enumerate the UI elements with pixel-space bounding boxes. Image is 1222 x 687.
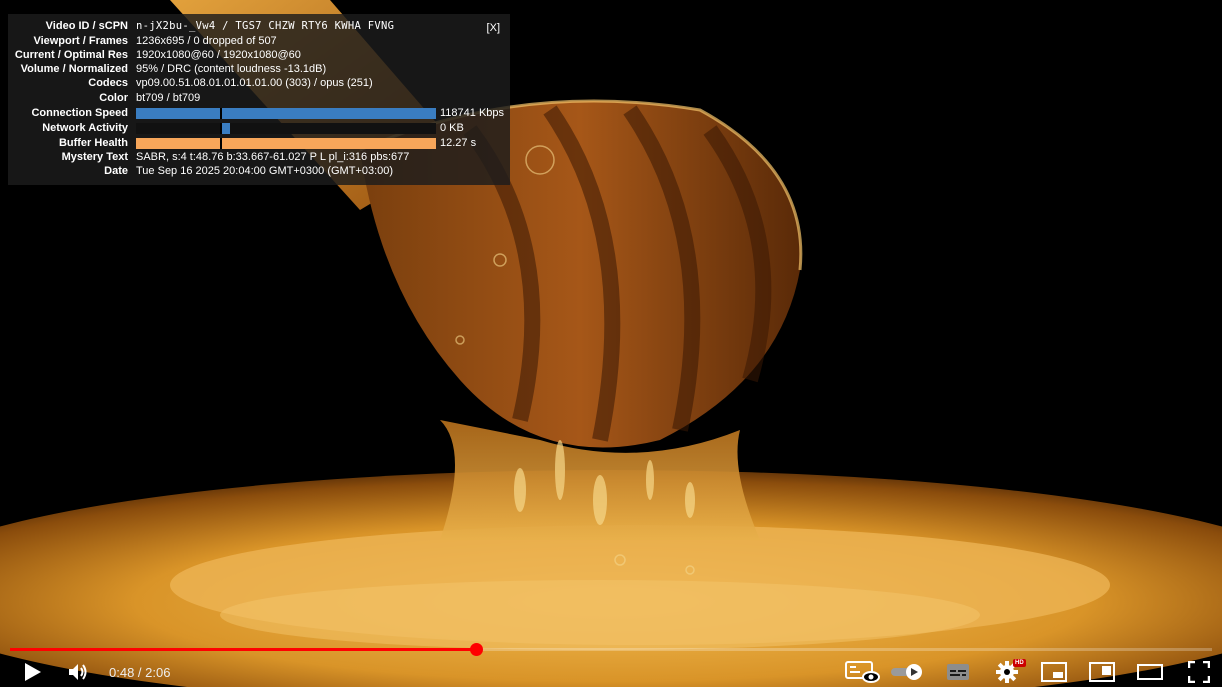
stat-label: Mystery Text (61, 151, 128, 163)
stat-label: Viewport / Frames (33, 35, 128, 47)
stat-row-connection-speed: Connection Speed 118741 Kbps (8, 106, 510, 120)
stat-label: Connection Speed (31, 107, 128, 119)
stats-for-nerds-panel: [X] Video ID / sCPN n-jX2bu-_Vw4 / TGS7 … (8, 14, 510, 185)
stat-value: vp09.00.51.08.01.01.01.01.00 (303) / opu… (136, 77, 373, 89)
miniplayer-icon (1041, 661, 1067, 682)
stat-label: Color (99, 92, 128, 104)
stat-value: bt709 / bt709 (136, 92, 201, 104)
stat-value: 118741 Kbps (440, 107, 505, 119)
video-player[interactable]: [X] Video ID / sCPN n-jX2bu-_Vw4 / TGS7 … (0, 0, 1222, 687)
stable-volume-icon (845, 660, 880, 683)
default-view-button[interactable] (1135, 656, 1165, 687)
fullscreen-icon (1188, 660, 1210, 683)
theater-mode-icon (1089, 661, 1115, 682)
stat-label: Volume / Normalized (20, 63, 128, 75)
stat-label: Current / Optimal Res (14, 49, 128, 61)
stats-close-button[interactable]: [X] (487, 22, 500, 34)
subtitles-icon (947, 663, 969, 680)
meter-fill (222, 123, 230, 134)
meter-tick (220, 138, 222, 149)
stat-value: 0 KB (440, 122, 464, 134)
stat-label: Buffer Health (58, 137, 128, 149)
stat-value: n-jX2bu-_Vw4 / TGS7 CHZW RTY6 KWHA FVNG (136, 20, 395, 32)
progress-played (10, 648, 477, 651)
stat-label: Date (104, 165, 128, 177)
stat-value: SABR, s:4 t:48.76 b:33.667-61.027 P L pl… (136, 151, 410, 163)
autoplay-toggle-icon (891, 663, 922, 680)
meter-fill (136, 108, 436, 119)
mute-button[interactable] (64, 656, 94, 687)
subtitles-button[interactable] (943, 656, 973, 687)
theater-mode-button[interactable] (1087, 656, 1117, 687)
stat-value: Tue Sep 16 2025 20:04:00 GMT+0300 (GMT+0… (136, 165, 394, 177)
control-bar: 0:48 / 2:06 HD (0, 656, 1222, 687)
hd-badge: HD (1013, 659, 1026, 667)
fullscreen-button[interactable] (1184, 656, 1214, 687)
progress-bar[interactable] (10, 643, 1212, 656)
default-view-icon (1137, 663, 1163, 680)
play-button[interactable] (16, 656, 50, 687)
volume-icon (69, 663, 87, 680)
stat-row-buffer-health: Buffer Health 12.27 s (8, 136, 510, 150)
meter-tick (220, 108, 222, 119)
autoplay-toggle[interactable] (889, 656, 925, 687)
time-display: 0:48 / 2:06 (109, 665, 171, 680)
network-activity-meter (136, 123, 436, 134)
meter-fill (136, 138, 436, 149)
play-icon (25, 662, 41, 681)
stat-value: 1920x1080@60 / 1920x1080@60 (136, 49, 301, 61)
buffer-health-meter (136, 138, 436, 149)
connection-speed-meter (136, 108, 436, 119)
stable-volume-button[interactable] (842, 656, 882, 687)
stat-value: 95% / DRC (content loudness -13.1dB) (136, 63, 327, 75)
stat-label: Network Activity (42, 122, 128, 134)
stat-row-network-activity: Network Activity 0 KB (8, 121, 510, 135)
miniplayer-button[interactable] (1039, 656, 1069, 687)
stat-label: Codecs (88, 77, 128, 89)
meter-tick (220, 123, 222, 134)
stat-value: 12.27 s (440, 137, 477, 149)
stat-value: 1236x695 / 0 dropped of 507 (136, 35, 277, 47)
stat-label: Video ID / sCPN (45, 20, 128, 32)
